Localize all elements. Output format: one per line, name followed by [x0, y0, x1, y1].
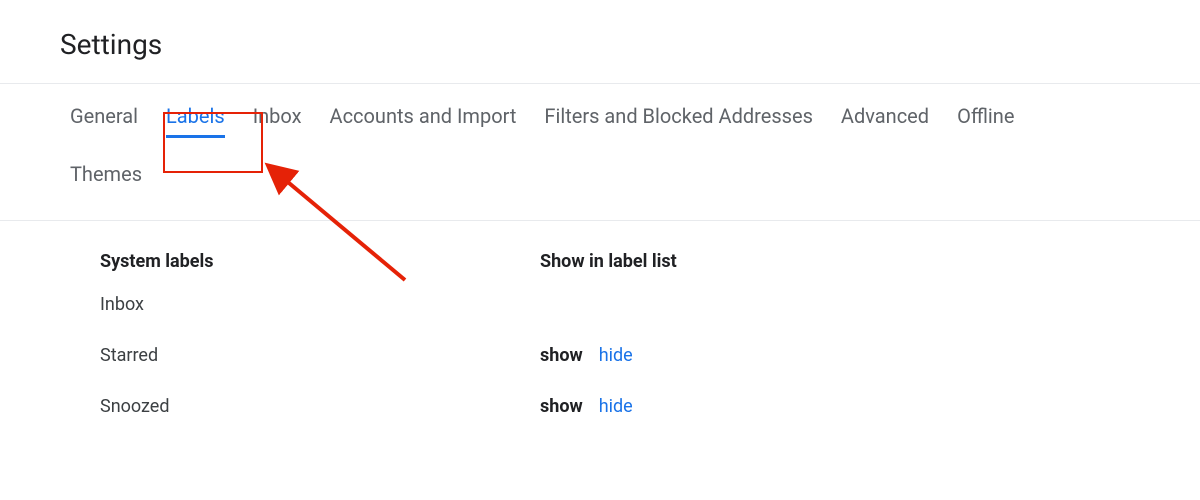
show-link[interactable]: show: [540, 345, 583, 366]
tab-filters[interactable]: Filters and Blocked Addresses: [544, 104, 813, 134]
tab-labels[interactable]: Labels: [166, 104, 225, 134]
tab-advanced[interactable]: Advanced: [841, 104, 929, 134]
label-actions: show hide: [540, 345, 633, 366]
columns-header: System labels Show in label list: [100, 251, 1140, 272]
label-row-starred: Starred show hide: [100, 345, 1140, 366]
tabs-bar: General Labels Inbox Accounts and Import…: [70, 84, 1140, 198]
label-name: Inbox: [100, 294, 540, 315]
show-link[interactable]: show: [540, 396, 583, 417]
tab-labels-text: Labels: [166, 104, 225, 128]
labels-content: System labels Show in label list Inbox S…: [60, 221, 1140, 417]
tab-offline[interactable]: Offline: [957, 104, 1014, 134]
hide-link[interactable]: hide: [599, 396, 633, 417]
hide-link[interactable]: hide: [599, 345, 633, 366]
tab-inbox[interactable]: Inbox: [253, 104, 302, 134]
column-system-labels: System labels: [100, 251, 540, 272]
label-name: Snoozed: [100, 396, 540, 417]
tab-themes[interactable]: Themes: [70, 162, 142, 192]
label-actions: show hide: [540, 396, 633, 417]
label-row-inbox: Inbox: [100, 294, 1140, 315]
label-row-snoozed: Snoozed show hide: [100, 396, 1140, 417]
label-name: Starred: [100, 345, 540, 366]
page-title: Settings: [60, 28, 1140, 61]
tab-general[interactable]: General: [70, 104, 138, 134]
tab-active-underline: [166, 135, 225, 138]
column-show-in-list: Show in label list: [540, 251, 840, 272]
tab-accounts[interactable]: Accounts and Import: [330, 104, 517, 134]
